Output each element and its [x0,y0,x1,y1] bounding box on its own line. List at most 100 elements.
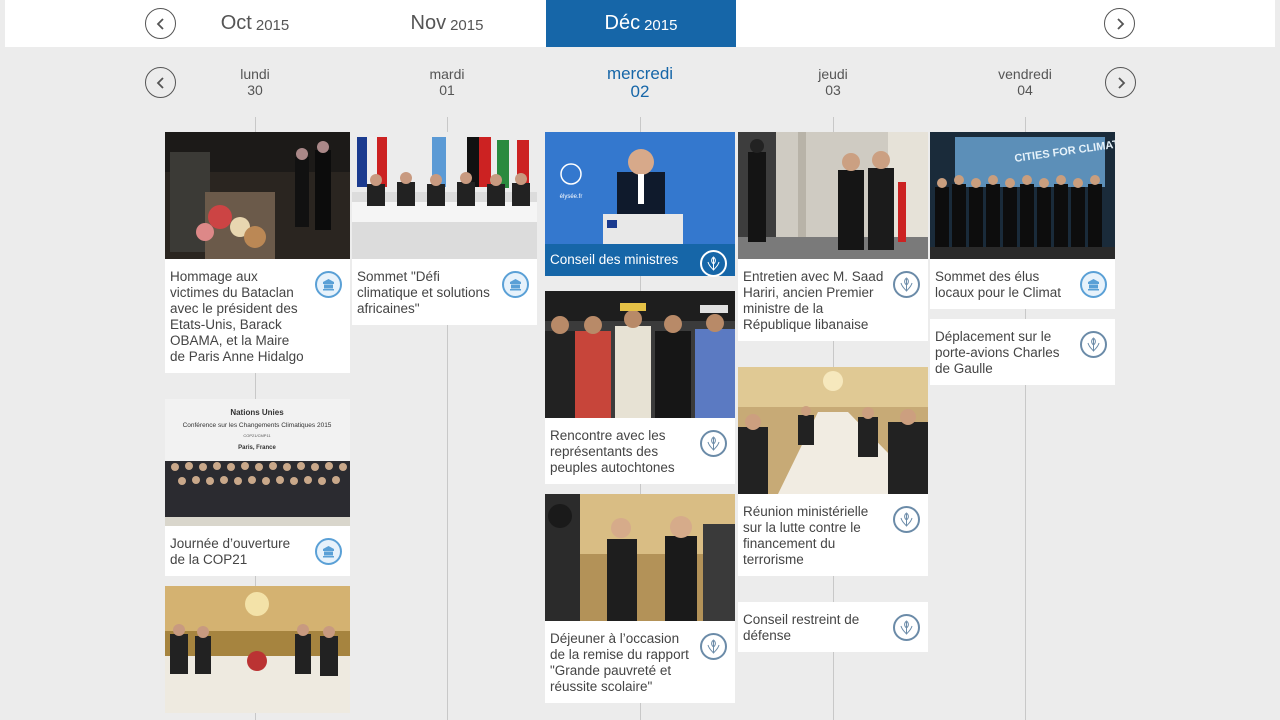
elysee-emblem-icon [900,277,913,292]
event-caption: Hommage aux victimes du Bataclan avec le… [165,259,350,373]
day-header-monday[interactable]: lundi 30 [185,66,325,98]
event-card[interactable]: Hommage aux victimes du Bataclan avec le… [165,132,350,373]
event-card[interactable]: CITIES FOR CLIMATE Sommet des élus locau… [930,132,1115,309]
day-header-wednesday[interactable]: mercredi 02 [570,64,710,101]
chevron-right-icon [1116,17,1124,30]
event-photo [738,132,928,259]
elysee-emblem-badge [700,633,727,660]
event-photo: Nations Unies Conférence sur les Changem… [165,399,350,526]
elysee-emblem-icon [1087,337,1100,352]
elysee-emblem-badge [893,614,920,641]
elysee-emblem-icon [707,639,720,654]
event-caption: Journée d’ouverture de la COP21 [165,526,350,576]
event-photo: élysée.fr [545,132,735,244]
event-card[interactable]: Déplacement sur le porte-avions Charles … [930,319,1115,385]
day-header-thursday[interactable]: jeudi 03 [763,66,903,98]
month-year: 2015 [450,16,484,34]
month-tab-nov[interactable]: Nov 2015 [357,0,537,47]
event-photo [545,291,735,418]
event-photo [352,132,537,259]
day-name: jeudi [818,66,848,82]
day-number: 30 [247,82,263,98]
event-card[interactable]: Déjeuner à l’occasion de la remise du ra… [545,494,735,703]
event-caption: Réunion ministérielle sur la lutte contr… [738,494,928,576]
day-number: 04 [1017,82,1033,98]
elysee-emblem-badge [700,430,727,457]
event-title: Déjeuner à l’occasion de la remise du ra… [550,631,689,694]
ministry-emblem-badge [502,271,529,298]
event-title: Journée d’ouverture de la COP21 [170,536,291,567]
event-photo [165,132,350,259]
month-tab-oct[interactable]: Oct 2015 [165,0,345,47]
event-caption: Déjeuner à l’occasion de la remise du ra… [545,621,735,703]
month-year: 2015 [255,16,290,34]
event-caption: Entretien avec M. Saad Hariri, ancien Pr… [738,259,928,341]
event-photo [545,494,735,621]
month-name: Nov [410,12,447,34]
ministry-emblem-icon [510,279,521,291]
event-card[interactable]: Rencontre avec les représentants des peu… [545,291,735,484]
event-title: Entretien avec M. Saad Hariri, ancien Pr… [743,269,884,332]
month-name: Oct [220,12,252,34]
event-title: Hommage aux victimes du Bataclan avec le… [170,269,304,364]
month-tab-dec[interactable]: Déc 2015 [546,0,736,47]
next-month-button[interactable] [1104,8,1135,39]
elysee-emblem-badge [700,250,727,277]
month-navigation-bar: Oct 2015 Nov 2015 Déc 2015 [5,0,1275,47]
photo-banner-line: Paris, France [238,445,276,451]
event-card[interactable]: Sommet "Défi climatique et solutions afr… [352,132,537,325]
elysee-emblem-badge [893,271,920,298]
day-number: 01 [439,82,455,98]
elysee-emblem-badge [893,506,920,533]
chevron-left-icon [156,76,164,89]
ministry-emblem-icon [1088,279,1099,291]
photo-watermark: élysée.fr [560,194,583,200]
day-number: 02 [630,82,650,101]
event-caption: Rencontre avec les représentants des peu… [545,418,735,484]
event-photo [165,586,350,713]
event-photo: CITIES FOR CLIMATE [930,132,1115,259]
next-week-button[interactable] [1105,67,1136,98]
event-caption: Sommet "Défi climatique et solutions afr… [352,259,537,325]
event-title: Sommet des élus locaux pour le Climat [935,269,1062,300]
ministry-emblem-icon [323,279,334,291]
photo-banner-line: Conférence sur les Changements Climatiqu… [183,422,332,429]
photo-banner-line: COP21/CMP11 [243,433,271,438]
event-caption: Sommet des élus locaux pour le Climat [930,259,1115,309]
photo-banner-line: Nations Unies [230,408,284,417]
event-caption: Conseil restreint de défense [738,602,928,652]
elysee-emblem-badge [1080,331,1107,358]
day-number: 03 [825,82,841,98]
event-title: Conseil restreint de défense [743,612,860,643]
event-card-featured[interactable]: élysée.fr Conseil des ministres [545,132,735,277]
elysee-emblem-icon [900,620,913,635]
event-photo [738,367,928,494]
event-title: Conseil des ministres [550,252,679,267]
ministry-emblem-badge [315,271,342,298]
ministry-emblem-badge [315,538,342,565]
event-title: Réunion ministérielle sur la lutte contr… [743,504,869,567]
event-title: Sommet "Défi climatique et solutions afr… [357,269,490,316]
event-caption: Déplacement sur le porte-avions Charles … [930,319,1115,385]
event-card[interactable]: Nations Unies Conférence sur les Changem… [165,399,350,576]
event-caption: Conseil des ministres [545,244,735,277]
elysee-emblem-icon [900,512,913,527]
event-card[interactable] [165,586,350,713]
chevron-right-icon [1117,76,1125,89]
event-card[interactable]: Réunion ministérielle sur la lutte contr… [738,367,928,576]
elysee-emblem-icon [707,436,720,451]
day-header-friday[interactable]: vendredi 04 [955,66,1095,98]
event-card[interactable]: Entretien avec M. Saad Hariri, ancien Pr… [738,132,928,341]
event-title: Rencontre avec les représentants des peu… [550,428,675,475]
ministry-emblem-icon [323,546,334,558]
day-name: lundi [240,66,270,82]
day-header-tuesday[interactable]: mardi 01 [377,66,517,98]
event-title: Déplacement sur le porte-avions Charles … [935,329,1060,376]
month-name: Déc [604,12,641,34]
prev-week-button[interactable] [145,67,176,98]
day-name: mercredi [606,64,674,83]
month-year: 2015 [644,16,678,34]
day-name: mardi [429,66,465,82]
event-card[interactable]: Conseil restreint de défense [738,602,928,652]
day-name: vendredi [998,66,1052,82]
